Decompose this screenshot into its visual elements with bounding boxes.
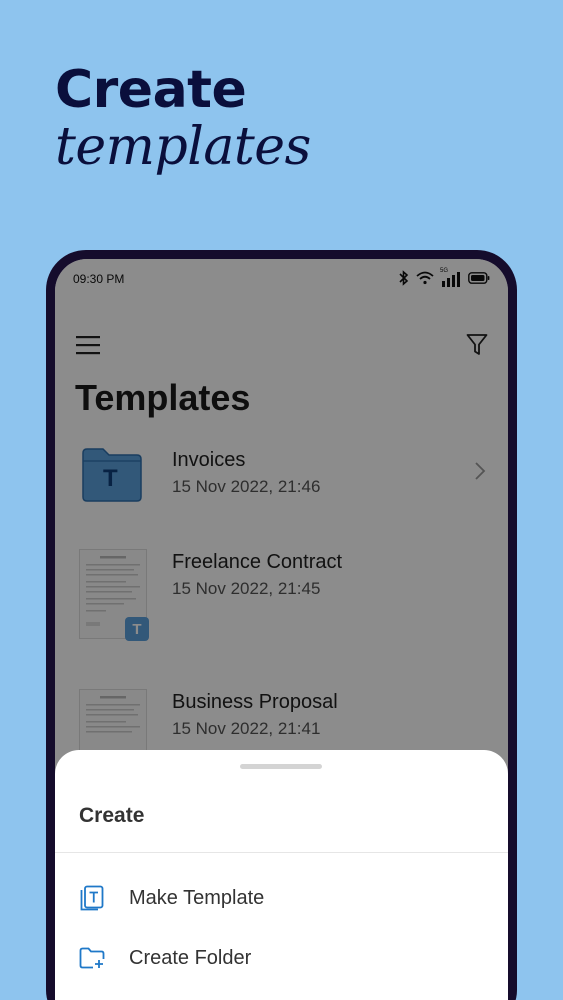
create-folder-label: Create Folder <box>129 946 252 969</box>
folder-add-icon <box>79 945 105 971</box>
promo-title: Create templates <box>55 62 311 176</box>
sheet-title: Create <box>79 804 145 827</box>
make-template-button[interactable]: Make Template <box>55 872 508 924</box>
promo-line-2: templates <box>55 117 311 177</box>
divider <box>55 852 508 853</box>
sheet-grabber[interactable] <box>240 764 322 769</box>
create-folder-button[interactable]: Create Folder <box>55 932 508 984</box>
make-template-label: Make Template <box>129 886 265 909</box>
phone-frame: 09:30 PM 5G Templates T Invoices 15 Nov … <box>46 250 517 1000</box>
template-icon <box>79 885 105 911</box>
app-screen: 09:30 PM 5G Templates T Invoices 15 Nov … <box>55 259 508 1000</box>
promo-line-1: Create <box>55 60 247 120</box>
create-bottom-sheet: Create Make Template Create Folder <box>55 750 508 1000</box>
